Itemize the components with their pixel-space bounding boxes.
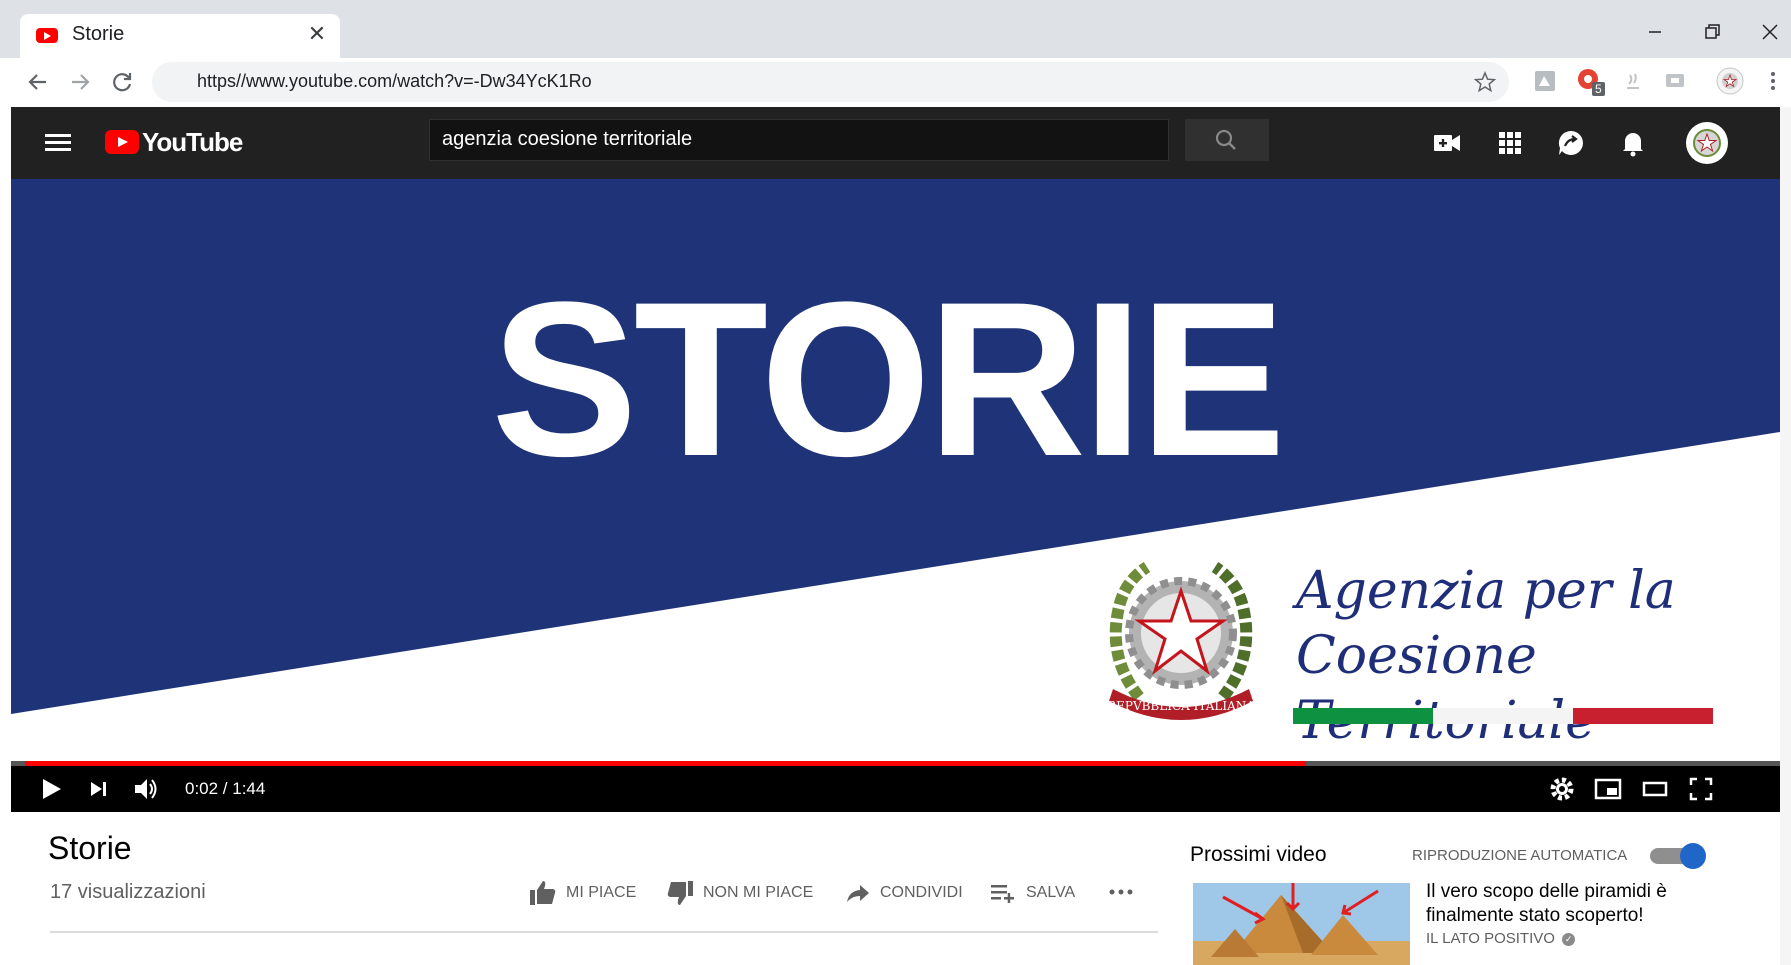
dislike-button[interactable]: NON MI PIACE bbox=[665, 878, 813, 908]
notifications-bell-icon[interactable] bbox=[1617, 127, 1649, 159]
fullscreen-icon[interactable] bbox=[1687, 775, 1715, 803]
back-arrow-icon[interactable] bbox=[22, 66, 54, 98]
settings-gear-icon[interactable] bbox=[1548, 775, 1576, 803]
like-button[interactable]: MI PIACE bbox=[528, 878, 636, 908]
reload-icon[interactable] bbox=[106, 66, 138, 98]
create-video-icon[interactable] bbox=[1431, 127, 1463, 159]
youtube-favicon-icon bbox=[36, 28, 58, 43]
video-player[interactable]: STORIE REPVBBLICA ITALIANA Agenzia per l… bbox=[11, 179, 1780, 761]
hamburger-menu-icon[interactable] bbox=[43, 129, 73, 157]
restore-window-icon[interactable] bbox=[1691, 18, 1731, 46]
agency-logo-line2: Coesione Territoriale bbox=[1296, 626, 1596, 751]
play-icon[interactable] bbox=[37, 775, 65, 803]
description-divider bbox=[50, 931, 1158, 933]
italian-flag-stripe bbox=[1293, 708, 1713, 724]
search-input-value: agenzia coesione territoriale bbox=[442, 128, 693, 150]
recommended-video-title[interactable]: Il vero scopo delle piramidi è finalment… bbox=[1426, 880, 1756, 928]
bookmark-star-icon[interactable] bbox=[1474, 71, 1496, 93]
browser-toolbar: https//www.youtube.com/watch?v=-Dw34YcK1… bbox=[0, 58, 1791, 107]
up-next-heading: Prossimi video bbox=[1190, 843, 1327, 866]
miniplayer-icon[interactable] bbox=[1594, 775, 1622, 803]
apps-grid-icon[interactable] bbox=[1494, 127, 1526, 159]
extension-count-badge: 5 bbox=[1592, 82, 1605, 96]
save-button[interactable]: SALVA bbox=[988, 878, 1075, 908]
dislike-label: NON MI PIACE bbox=[703, 884, 814, 901]
page-scrollbar[interactable] bbox=[1780, 107, 1791, 965]
video-title-card-text: STORIE bbox=[491, 256, 1286, 502]
recommended-channel-name: IL LATO POSITIVO bbox=[1426, 930, 1555, 947]
autoplay-label: RIPRODUZIONE AUTOMATICA bbox=[1412, 847, 1628, 864]
search-button[interactable] bbox=[1185, 119, 1269, 161]
search-input[interactable]: agenzia coesione territoriale bbox=[429, 119, 1169, 161]
share-arrow-icon bbox=[847, 885, 869, 902]
url-text: https//www.youtube.com/watch?v=-Dw34YcK1… bbox=[197, 71, 592, 91]
address-bar[interactable]: https//www.youtube.com/watch?v=-Dw34YcK1… bbox=[152, 62, 1509, 102]
cast-extension-icon[interactable] bbox=[1660, 66, 1690, 96]
more-actions-icon[interactable] bbox=[1106, 880, 1136, 904]
extension-badge-icon[interactable]: 5 bbox=[1574, 66, 1605, 96]
messages-icon[interactable] bbox=[1555, 127, 1587, 159]
browser-tab[interactable]: Storie ✕ bbox=[20, 14, 340, 58]
thumbs-up-icon bbox=[530, 881, 556, 905]
video-time-display: 0:02 / 1:44 bbox=[185, 779, 266, 798]
verified-check-icon: ✓ bbox=[1562, 932, 1576, 946]
next-video-icon[interactable] bbox=[84, 775, 112, 803]
forward-arrow-icon[interactable] bbox=[64, 66, 96, 98]
tab-title: Storie bbox=[72, 23, 125, 45]
theater-mode-icon[interactable] bbox=[1641, 775, 1669, 803]
pdf-extension-icon[interactable] bbox=[1530, 66, 1560, 96]
add-to-playlist-icon bbox=[991, 885, 1014, 903]
video-title: Storie bbox=[48, 830, 132, 866]
recommended-video-thumbnail[interactable] bbox=[1193, 883, 1410, 965]
emblem-scroll-text: REPVBBLICA ITALIANA bbox=[1107, 699, 1255, 713]
autoplay-toggle-knob[interactable] bbox=[1680, 843, 1706, 869]
account-avatar-icon[interactable] bbox=[1685, 121, 1729, 165]
like-label: MI PIACE bbox=[566, 884, 637, 901]
italian-republic-emblem: REPVBBLICA ITALIANA bbox=[1107, 561, 1255, 720]
volume-icon[interactable] bbox=[132, 775, 160, 803]
share-button[interactable]: CONDIVIDI bbox=[842, 878, 963, 908]
youtube-logo-icon[interactable] bbox=[105, 130, 139, 154]
youtube-header: YouTube agenzia coesione territoriale bbox=[11, 107, 1780, 179]
share-label: CONDIVIDI bbox=[880, 884, 963, 901]
video-controls-bar: 0:02 / 1:44 bbox=[11, 766, 1780, 812]
youtube-logo-text[interactable]: YouTube bbox=[142, 127, 243, 158]
profile-avatar-icon[interactable] bbox=[1715, 66, 1745, 96]
agency-logo-text: Agenzia per la Coesione Territoriale bbox=[1296, 559, 1780, 754]
agency-logo-line1: Agenzia per la bbox=[1296, 561, 1676, 621]
java-extension-icon[interactable] bbox=[1618, 66, 1648, 96]
browser-menu-icon[interactable] bbox=[1763, 66, 1791, 96]
save-label: SALVA bbox=[1026, 884, 1076, 901]
minimize-window-icon[interactable] bbox=[1635, 18, 1675, 46]
recommended-video-channel[interactable]: IL LATO POSITIVO ✓ bbox=[1426, 930, 1576, 947]
thumbs-down-icon bbox=[667, 881, 693, 905]
close-window-icon[interactable] bbox=[1750, 18, 1790, 46]
view-count: 17 visualizzazioni bbox=[50, 881, 206, 903]
tab-close-icon[interactable]: ✕ bbox=[305, 22, 329, 46]
